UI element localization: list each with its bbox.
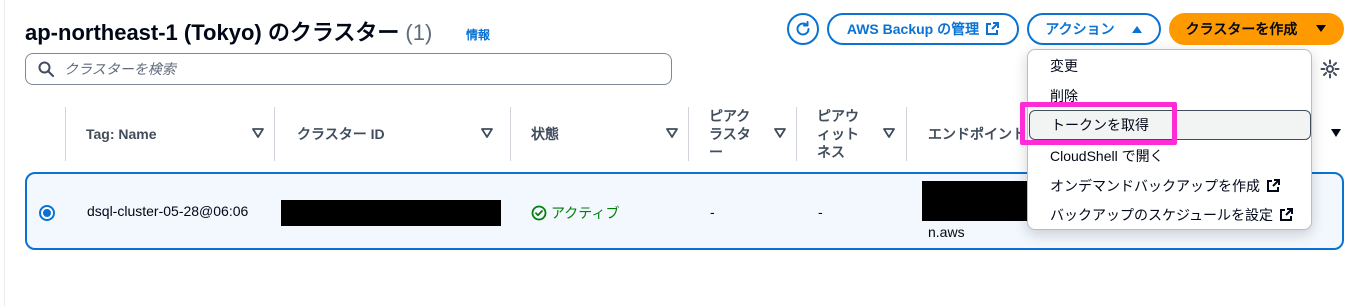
- menu-item-label: バックアップのスケジュールを設定: [1050, 207, 1274, 223]
- sort-caret-filled-icon: [1331, 129, 1341, 137]
- menu-item-open-cloudshell[interactable]: CloudShell で開く: [1028, 141, 1311, 171]
- gear-icon[interactable]: [1320, 59, 1340, 79]
- create-cluster-label: クラスターを作成: [1185, 21, 1298, 37]
- column-header-label: エンドポイント: [928, 126, 1026, 142]
- create-cluster-button[interactable]: クラスターを作成: [1169, 13, 1344, 45]
- menu-item-label: オンデマンドバックアップを作成: [1050, 178, 1260, 194]
- info-link[interactable]: 情報: [466, 26, 490, 43]
- radio-dot: [43, 209, 51, 217]
- actions-label: アクション: [1045, 21, 1115, 37]
- column-header-label: クラスター ID: [297, 126, 385, 142]
- column-header-label: Tag: Name: [86, 126, 157, 142]
- caret-down-icon: [1316, 25, 1327, 32]
- status-badge: アクティブ: [531, 203, 619, 223]
- page-title: ap-northeast-1 (Tokyo) のクラスター (1): [25, 15, 432, 47]
- refresh-button[interactable]: [787, 13, 819, 45]
- menu-item-label: 変更: [1050, 58, 1078, 74]
- sort-caret-icon: [883, 128, 895, 138]
- left-frame-edge: [0, 0, 5, 306]
- redacted-endpoint: [922, 181, 1032, 221]
- column-header-peer-cluster[interactable]: ピアクラスター: [689, 103, 796, 165]
- column-header-cluster-id[interactable]: クラスター ID: [275, 103, 503, 165]
- column-header-label: ピアクラスター: [709, 108, 751, 160]
- cluster-name: dsql-cluster-05-28@06:06: [87, 203, 249, 219]
- external-link-icon: [1267, 179, 1280, 192]
- peer-witness-value: -: [818, 204, 823, 220]
- column-header-peer-witness[interactable]: ピアウィットネス: [797, 103, 905, 165]
- page-title-text: ap-northeast-1 (Tokyo) のクラスター: [25, 20, 400, 45]
- aws-backup-button[interactable]: AWS Backup の管理: [827, 13, 1019, 45]
- peer-cluster-value: -: [710, 204, 715, 220]
- search-input[interactable]: [62, 60, 646, 78]
- status-text: アクティブ: [551, 205, 620, 221]
- sort-caret-icon: [774, 128, 786, 138]
- column-header-status[interactable]: 状態: [511, 103, 688, 165]
- sort-caret-icon: [666, 128, 678, 138]
- sort-caret-icon: [481, 128, 493, 138]
- search-box[interactable]: [25, 53, 672, 85]
- menu-item-label: CloudShell で開く: [1050, 148, 1164, 164]
- column-header-label: ピアウィットネス: [817, 108, 859, 160]
- actions-button[interactable]: アクション: [1027, 13, 1161, 45]
- aws-backup-label: AWS Backup の管理: [846, 21, 980, 37]
- external-link-icon: [1280, 208, 1294, 221]
- sort-caret-icon: [252, 128, 264, 138]
- menu-item-backup-schedule[interactable]: バックアップのスケジュールを設定: [1028, 200, 1311, 230]
- refresh-icon: [796, 21, 810, 36]
- menu-item-create-backup[interactable]: オンデマンドバックアップを作成: [1028, 171, 1311, 201]
- column-header-tag-name[interactable]: Tag: Name: [66, 103, 274, 165]
- cluster-count: (1): [405, 20, 433, 45]
- external-link-icon: [986, 22, 1000, 35]
- row-radio-button[interactable]: [39, 205, 55, 221]
- success-check-icon: [531, 205, 547, 221]
- endpoint-suffix: n.aws: [928, 224, 965, 240]
- search-icon: [38, 61, 54, 77]
- column-header-label: 状態: [531, 126, 559, 142]
- highlight-box: [1020, 102, 1177, 145]
- redacted-cluster-id: [281, 200, 501, 226]
- menu-item-modify[interactable]: 変更: [1028, 51, 1311, 81]
- caret-up-icon: [1131, 26, 1142, 33]
